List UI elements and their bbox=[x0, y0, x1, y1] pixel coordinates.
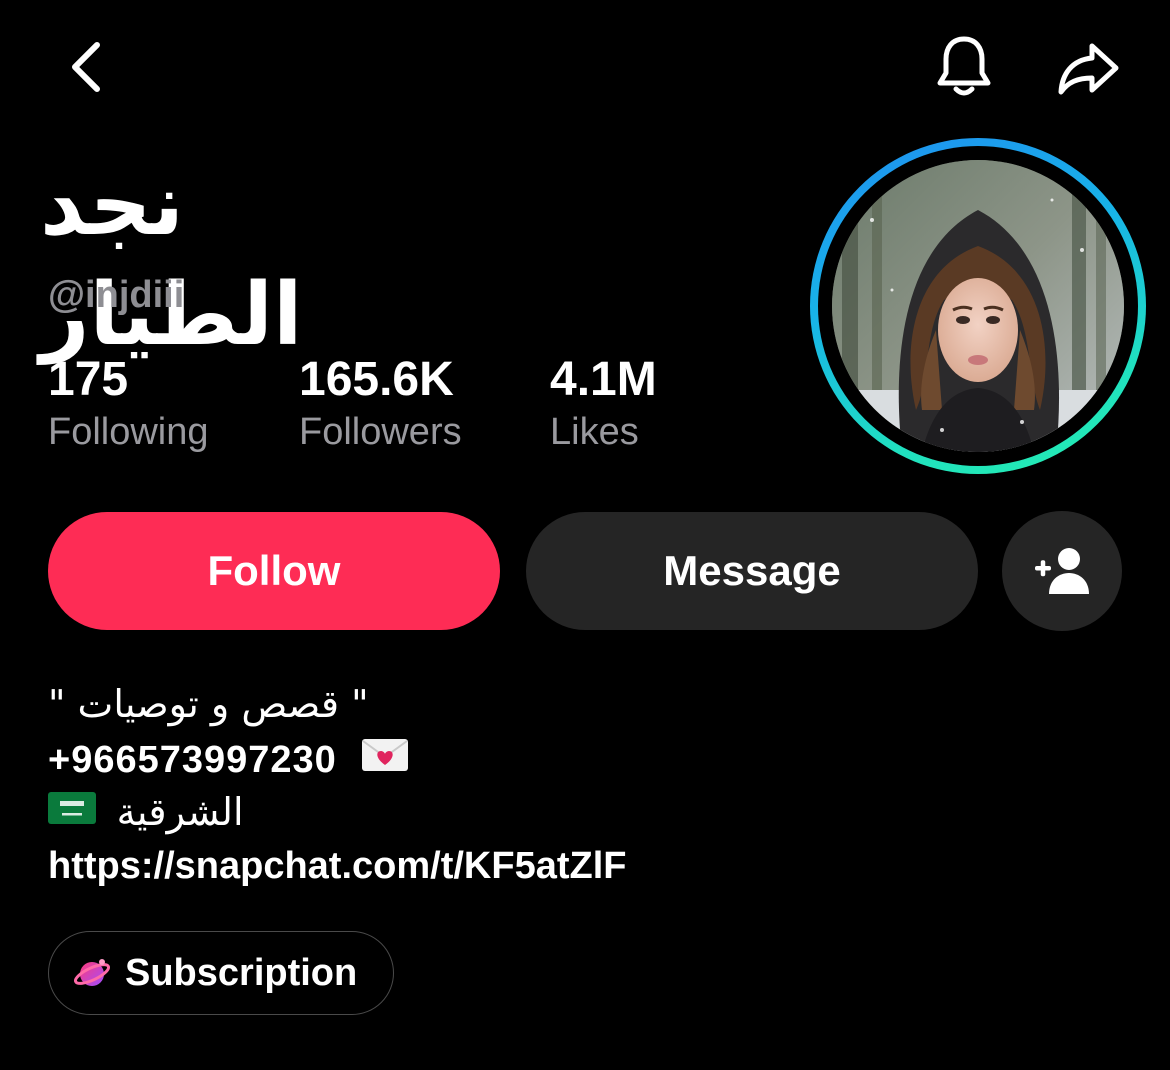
bio-region-line: الشرقية bbox=[48, 788, 244, 839]
stat-label: Likes bbox=[550, 411, 639, 453]
chevron-left-icon bbox=[72, 42, 100, 92]
follow-button[interactable]: Follow bbox=[48, 512, 500, 630]
avatar-illustration bbox=[832, 160, 1124, 452]
saudi-flag-icon bbox=[48, 788, 96, 836]
stat-value: 165.6K bbox=[299, 353, 454, 406]
bio-phone-line: +966573997230 bbox=[48, 736, 409, 786]
bio-link[interactable]: https://snapchat.com/t/KF5atZlF bbox=[48, 842, 626, 890]
bio-tagline: " قصص و توصيات " bbox=[48, 682, 369, 726]
add-user-icon bbox=[1035, 548, 1089, 594]
subscription-icon bbox=[73, 954, 111, 992]
notifications-button[interactable] bbox=[928, 30, 1000, 102]
stat-label: Following bbox=[48, 411, 209, 453]
stat-following[interactable]: 175 Following bbox=[48, 352, 209, 456]
stat-value: 4.1M bbox=[550, 353, 657, 406]
username: @injdiii bbox=[48, 274, 185, 316]
bell-icon bbox=[937, 36, 991, 96]
stat-value: 175 bbox=[48, 353, 129, 406]
love-letter-icon bbox=[361, 736, 409, 784]
stat-likes: 4.1M Likes bbox=[550, 352, 657, 456]
avatar[interactable] bbox=[832, 160, 1124, 452]
subscription-label: Subscription bbox=[125, 951, 358, 994]
stat-followers[interactable]: 165.6K Followers bbox=[299, 352, 462, 456]
back-button[interactable] bbox=[52, 32, 122, 102]
add-friend-button[interactable] bbox=[1002, 511, 1122, 631]
bio-phone: +966573997230 bbox=[48, 739, 337, 781]
display-name: نجد الطيار bbox=[40, 155, 303, 365]
share-button[interactable] bbox=[1052, 32, 1124, 104]
stat-label: Followers bbox=[299, 411, 462, 453]
avatar-story-ring[interactable] bbox=[810, 138, 1146, 474]
bio-region: الشرقية bbox=[116, 790, 244, 834]
share-arrow-icon bbox=[1058, 43, 1119, 95]
message-button[interactable]: Message bbox=[526, 512, 978, 630]
subscription-button[interactable]: Subscription bbox=[48, 931, 394, 1015]
